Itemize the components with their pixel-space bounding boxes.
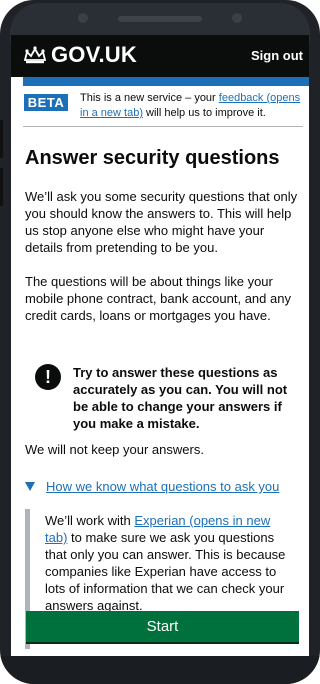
crown-icon [23, 46, 47, 64]
details-summary-link[interactable]: How we know what questions to ask you [46, 479, 279, 495]
start-button[interactable]: Start [26, 611, 299, 642]
warning-text: Try to answer these questions as accurat… [73, 365, 288, 431]
header-blue-rule [23, 77, 309, 86]
speaker-grille [118, 16, 202, 22]
answers-notice: We will not keep your answers. [25, 442, 204, 457]
phase-banner-text: This is a new service – your feedback (o… [80, 92, 301, 119]
phone-bottom-bezel [0, 656, 320, 684]
camera-icon [78, 13, 88, 23]
beta-tag: BETA [24, 94, 68, 111]
intro-paragraph: We’ll ask you some security questions th… [25, 189, 298, 255]
volume-down-side-button [0, 168, 3, 206]
phone-frame: GOV.UK Sign out BETA This is a new servi… [0, 0, 320, 684]
divider [23, 126, 303, 127]
warning-icon: ! [35, 364, 61, 390]
page-title: Answer security questions [25, 147, 280, 169]
phone-screen: GOV.UK Sign out BETA This is a new servi… [11, 35, 309, 656]
sign-out-link[interactable]: Sign out [251, 48, 303, 63]
site-title[interactable]: GOV.UK [51, 42, 137, 68]
triangle-down-icon [25, 482, 35, 491]
details-summary[interactable]: How we know what questions to ask you [25, 479, 305, 495]
questions-paragraph: The questions will be about things like … [25, 274, 291, 323]
govuk-header: GOV.UK Sign out [11, 35, 309, 77]
volume-up-side-button [0, 120, 3, 158]
sensor-icon [232, 13, 242, 23]
details-text: We’ll work with Experian (opens in new t… [45, 513, 286, 613]
